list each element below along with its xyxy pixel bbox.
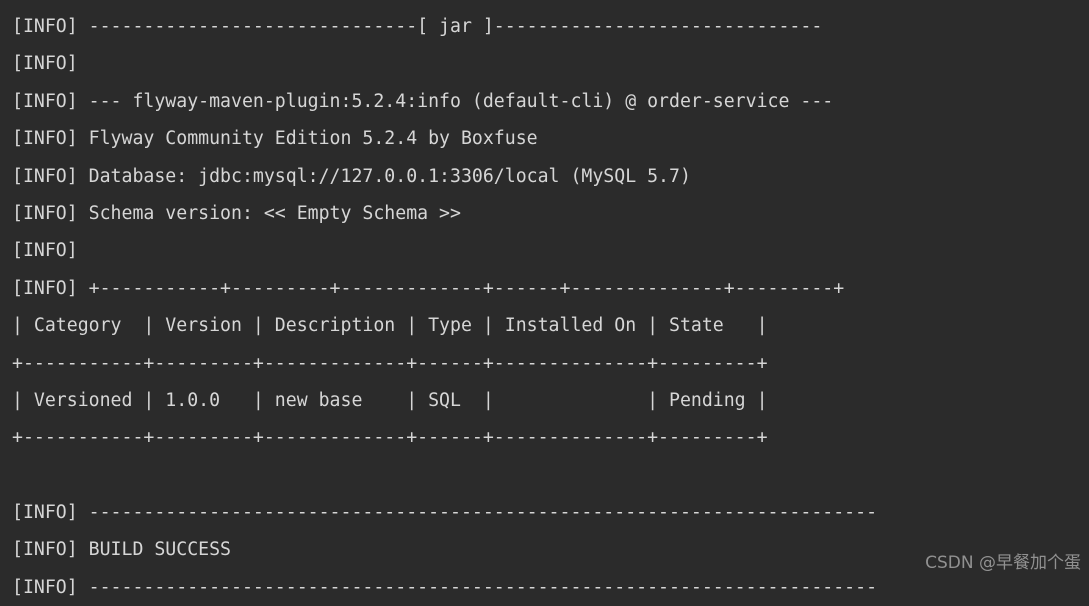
line-info-blank-1: [INFO] bbox=[12, 53, 78, 75]
line-build-status: [INFO] BUILD SUCCESS bbox=[12, 539, 231, 561]
line-flyway-edition: [INFO] Flyway Community Edition 5.2.4 by… bbox=[12, 128, 538, 150]
line-build-rule-top: [INFO] ---------------------------------… bbox=[12, 502, 878, 524]
console-output[interactable]: [INFO] ------------------------------[ j… bbox=[0, 0, 1089, 606]
line-empty-1 bbox=[12, 457, 1089, 494]
line-table-mid-rule: +-----------+---------+-------------+---… bbox=[12, 352, 768, 374]
line-build-rule-bot: [INFO] ---------------------------------… bbox=[12, 576, 878, 598]
line-schema-version: [INFO] Schema version: << Empty Schema >… bbox=[12, 202, 461, 224]
line-database-url: [INFO] Database: jdbc:mysql://127.0.0.1:… bbox=[12, 165, 691, 187]
line-table-top-rule: [INFO] +-----------+---------+----------… bbox=[12, 277, 845, 299]
line-table-row-1: | Versioned | 1.0.0 | new base | SQL | |… bbox=[12, 389, 768, 411]
terminal-window[interactable]: [INFO] ------------------------------[ j… bbox=[0, 0, 1089, 598]
line-jar-separator: [INFO] ------------------------------[ j… bbox=[12, 16, 823, 37]
line-table-bot-rule: +-----------+---------+-------------+---… bbox=[12, 427, 768, 449]
line-plugin-goal: [INFO] --- flyway-maven-plugin:5.2.4:inf… bbox=[12, 90, 834, 112]
line-table-header: | Category | Version | Description | Typ… bbox=[12, 315, 768, 337]
line-info-blank-2: [INFO] bbox=[12, 240, 78, 262]
